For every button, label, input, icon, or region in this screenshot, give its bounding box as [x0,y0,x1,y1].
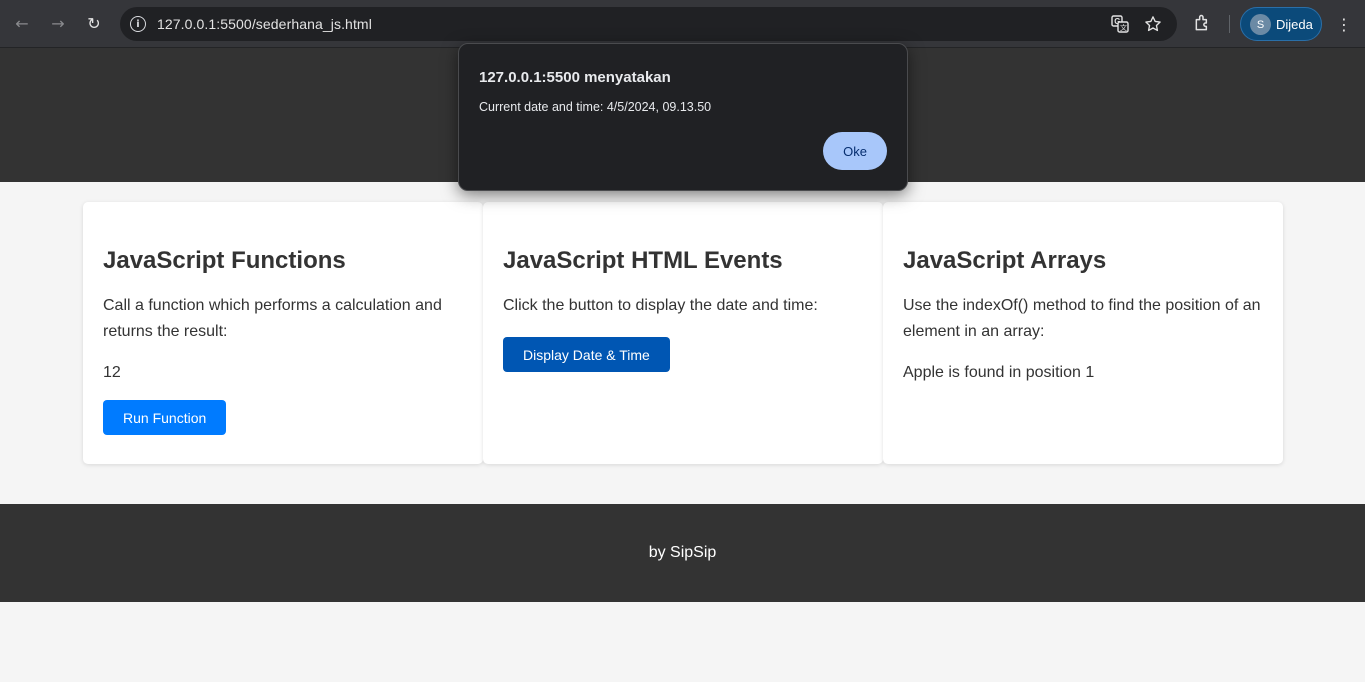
browser-toolbar: ← → ↻ i 127.0.0.1:5500/sederhana_js.html… [0,0,1365,48]
alert-dialog: 127.0.0.1:5500 menyatakan Current date a… [458,43,908,191]
svg-text:文: 文 [1120,23,1127,32]
arrays-card: JavaScript Arrays Use the indexOf() meth… [883,202,1283,464]
menu-icon[interactable]: ⋮ [1334,13,1354,35]
address-bar[interactable]: i 127.0.0.1:5500/sederhana_js.html G文 [120,7,1177,41]
footer-text: by SipSip [648,544,717,561]
profile-button[interactable]: S Dijeda [1240,7,1322,41]
card-title: JavaScript HTML Events [503,247,783,274]
card-title: JavaScript Arrays [903,247,1107,274]
dialog-title: 127.0.0.1:5500 menyatakan [479,69,671,86]
profile-name: Dijeda [1276,17,1313,32]
toolbar-separator [1229,15,1230,33]
events-card: JavaScript HTML Events Click the button … [483,202,883,464]
translate-icon[interactable]: G文 [1110,14,1130,34]
card-description: Call a function which performs a calcula… [103,297,442,340]
function-result: 12 [103,364,121,381]
card-container: JavaScript Functions Call a function whi… [83,202,1283,464]
card-description: Use the indexOf() method to find the pos… [903,297,1261,340]
avatar: S [1250,14,1271,35]
card-description: Click the button to display the date and… [503,297,818,314]
forward-icon[interactable]: → [46,11,70,35]
reload-icon[interactable]: ↻ [82,11,106,35]
site-info-icon[interactable]: i [130,16,146,32]
back-icon[interactable]: ← [10,11,34,35]
dialog-message: Current date and time: 4/5/2024, 09.13.5… [479,100,712,114]
array-result: Apple is found in position 1 [903,364,1095,381]
card-title: JavaScript Functions [103,247,346,274]
page-footer: by SipSip [0,504,1365,602]
url-text[interactable]: 127.0.0.1:5500/sederhana_js.html [157,16,372,32]
display-date-time-button[interactable]: Display Date & Time [503,337,670,372]
ok-button[interactable]: Oke [823,132,887,170]
functions-card: JavaScript Functions Call a function whi… [83,202,483,464]
extensions-icon[interactable] [1192,12,1214,34]
bookmark-star-icon[interactable] [1143,14,1163,34]
run-function-button[interactable]: Run Function [103,400,227,435]
